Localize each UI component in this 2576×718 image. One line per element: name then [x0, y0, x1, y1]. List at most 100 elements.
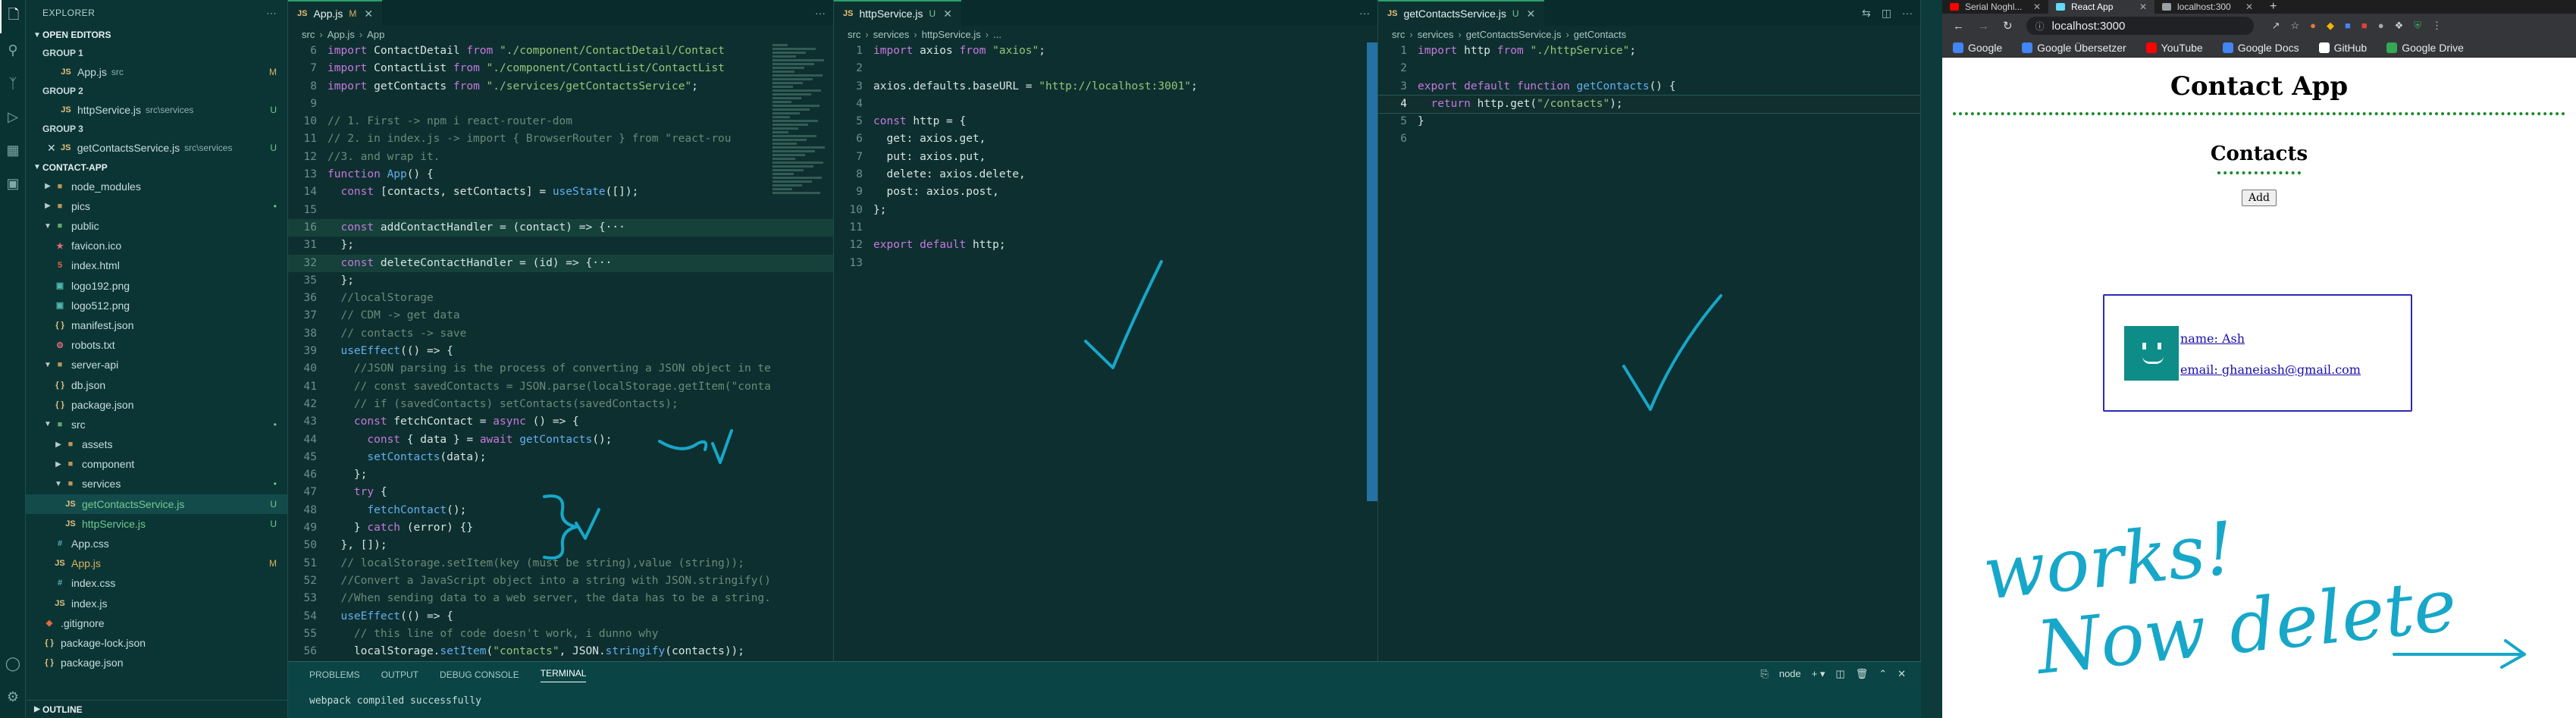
close-icon[interactable]: ✕: [47, 142, 56, 155]
folder-item[interactable]: ▼ ■ server-api: [26, 355, 287, 375]
code-line[interactable]: 50 }, []);: [288, 537, 833, 554]
remote-icon[interactable]: ▣: [0, 167, 26, 200]
new-tab-button[interactable]: +: [2261, 0, 2286, 14]
extension-icon[interactable]: ■: [2345, 20, 2351, 32]
file-item[interactable]: # App.css: [26, 534, 287, 553]
bookmark-item[interactable]: Google Drive: [2386, 42, 2464, 54]
open-editors-header[interactable]: ▼ OPEN EDITORS: [26, 26, 287, 44]
trash-icon[interactable]: 🗑: [1856, 668, 1869, 680]
browser-tab[interactable]: React App ✕: [2048, 0, 2155, 14]
open-editor-item[interactable]: ✕ JS getContactsService.js src\services U: [26, 138, 287, 158]
bookmark-item[interactable]: Google: [1953, 42, 2002, 54]
close-icon[interactable]: ✕: [2245, 2, 2253, 12]
bookmark-item[interactable]: YouTube: [2145, 42, 2203, 54]
code-line[interactable]: 13: [834, 255, 1377, 272]
extension-icon[interactable]: ■: [2361, 20, 2368, 32]
address-bar[interactable]: ⓘ localhost:3000: [2026, 17, 2254, 35]
folder-item[interactable]: ▼ ■ public: [26, 216, 287, 236]
file-item[interactable]: ▣ logo192.png: [26, 276, 287, 296]
group-header[interactable]: GROUP 1: [26, 44, 287, 62]
code-line[interactable]: 12 export default http;: [834, 237, 1377, 254]
extension-icon[interactable]: ●: [2378, 20, 2384, 32]
extensions-icon[interactable]: ▦: [0, 133, 26, 167]
bookmark-item[interactable]: Google Übersetzer: [2022, 42, 2126, 54]
code-line[interactable]: 46 };: [288, 466, 833, 484]
open-editor-item[interactable]: JS httpService.js src\services U: [26, 100, 287, 120]
extension-icon[interactable]: ◆: [2327, 20, 2334, 32]
split-editor-icon[interactable]: ◫: [1882, 7, 1891, 20]
code-area[interactable]: 1 import axios from "axios"; 2 3 axios.defau…: [834, 42, 1377, 272]
file-item[interactable]: ▣ logo512.png: [26, 296, 287, 315]
group-header[interactable]: GROUP 2: [26, 82, 287, 100]
code-line[interactable]: 32 const deleteContactHandler = (id) => …: [288, 254, 833, 272]
tab-httpservice-js[interactable]: JS httpService.js U ✕: [834, 0, 961, 26]
file-item[interactable]: { } db.json: [26, 375, 287, 394]
file-item[interactable]: JS index.js: [26, 594, 287, 613]
new-terminal-button[interactable]: + ▾: [1812, 668, 1825, 680]
tab-app-js[interactable]: JS App.js M ✕: [288, 0, 383, 26]
minimap[interactable]: [772, 42, 826, 240]
source-control-icon[interactable]: ᛉ: [0, 67, 26, 100]
code-line[interactable]: 38 // contacts -> save: [288, 325, 833, 343]
breadcrumb-item[interactable]: services: [873, 29, 910, 40]
code-line[interactable]: 4 return http.get("/contacts");: [1378, 94, 1920, 114]
more-actions-icon[interactable]: ···: [1902, 7, 1913, 19]
code-line[interactable]: 1 import http from "./httpService";: [1378, 42, 1920, 60]
file-item[interactable]: ◆ .gitignore: [26, 613, 287, 633]
code-line[interactable]: 56 localStorage.setItem("contacts", JSON…: [288, 643, 833, 660]
back-icon[interactable]: ←: [1953, 20, 1964, 33]
code-line[interactable]: 6: [1378, 130, 1920, 148]
code-line[interactable]: 53 //When sending data to a web server, …: [288, 590, 833, 607]
maximize-icon[interactable]: ⌃: [1879, 668, 1887, 680]
accounts-icon[interactable]: ◯: [0, 647, 26, 680]
panel-tab-problems[interactable]: PROBLEMS: [309, 669, 360, 680]
files-icon[interactable]: 🗋: [0, 0, 26, 33]
close-icon[interactable]: ✕: [1898, 668, 1906, 680]
shield-icon[interactable]: ⛨: [2414, 20, 2421, 32]
code-line[interactable]: 43 const fetchContact = async () => {: [288, 413, 833, 431]
code-line[interactable]: 6 import ContactDetail from "./component/…: [288, 42, 833, 60]
panel-tab-debug-console[interactable]: DEBUG CONSOLE: [440, 669, 519, 680]
code-line[interactable]: 16 const addContactHandler = (contact) =…: [288, 218, 833, 237]
code-line[interactable]: 49 } catch (error) {}: [288, 519, 833, 537]
breadcrumb-item[interactable]: src: [848, 29, 860, 40]
code-line[interactable]: 8 import getContacts from "./services/get…: [288, 78, 833, 96]
file-item[interactable]: 5 index.html: [26, 256, 287, 275]
file-item[interactable]: JS httpService.js U: [26, 514, 287, 534]
code-line[interactable]: 31 };: [288, 237, 833, 254]
open-editor-item[interactable]: JS App.js src M: [26, 62, 287, 82]
code-line[interactable]: 39 useEffect(() => {: [288, 343, 833, 360]
file-item[interactable]: # index.css: [26, 573, 287, 593]
bookmark-star-icon[interactable]: ☆: [2290, 20, 2299, 32]
code-line[interactable]: 11 // 2. in index.js -> import { BrowserR…: [288, 130, 833, 148]
breadcrumb-item[interactable]: getContacts: [1574, 29, 1626, 40]
code-line[interactable]: 8 delete: axios.delete,: [834, 166, 1377, 183]
contact-name-link[interactable]: name: Ash: [2180, 331, 2245, 346]
compare-icon[interactable]: ⇆: [1862, 7, 1871, 20]
code-line[interactable]: 54 useEffect(() => {: [288, 608, 833, 626]
code-line[interactable]: 4: [834, 96, 1377, 113]
folder-item[interactable]: ▼ ■ services •: [26, 474, 287, 494]
code-line[interactable]: 3 axios.defaults.baseURL = "http://localh…: [834, 78, 1377, 96]
code-line[interactable]: 15: [288, 202, 833, 219]
project-header[interactable]: ▼ CONTACT-APP: [26, 158, 287, 177]
file-item[interactable]: JS getContactsService.js U: [26, 494, 287, 514]
terminal-name[interactable]: node: [1779, 668, 1801, 680]
code-line[interactable]: 48 fetchContact();: [288, 502, 833, 519]
code-line[interactable]: 1 import axios from "axios";: [834, 42, 1377, 60]
menu-icon[interactable]: ⋮: [2432, 20, 2442, 32]
code-line[interactable]: 7 import ContactList from "./component/Co…: [288, 60, 833, 77]
terminal-output[interactable]: webpack compiled successfully: [288, 695, 1921, 707]
code-line[interactable]: 10 // 1. First -> npm i react-router-dom: [288, 113, 833, 130]
browser-tab[interactable]: localhost:300 ✕: [2155, 0, 2261, 14]
code-line[interactable]: 35 };: [288, 272, 833, 290]
folder-item[interactable]: ▼ ■ src •: [26, 415, 287, 434]
folder-item[interactable]: ▶ ■ node_modules: [26, 177, 287, 196]
info-icon[interactable]: ⓘ: [2035, 20, 2045, 33]
add-button[interactable]: Add: [2241, 190, 2277, 206]
split-terminal-icon[interactable]: ◫: [1835, 668, 1844, 680]
folder-item[interactable]: ▶ ■ component: [26, 454, 287, 474]
breadcrumb-item[interactable]: App: [367, 29, 384, 40]
code-line[interactable]: 42 // if (savedContacts) setContacts(sav…: [288, 396, 833, 413]
folder-item[interactable]: ▶ ■ assets: [26, 434, 287, 454]
